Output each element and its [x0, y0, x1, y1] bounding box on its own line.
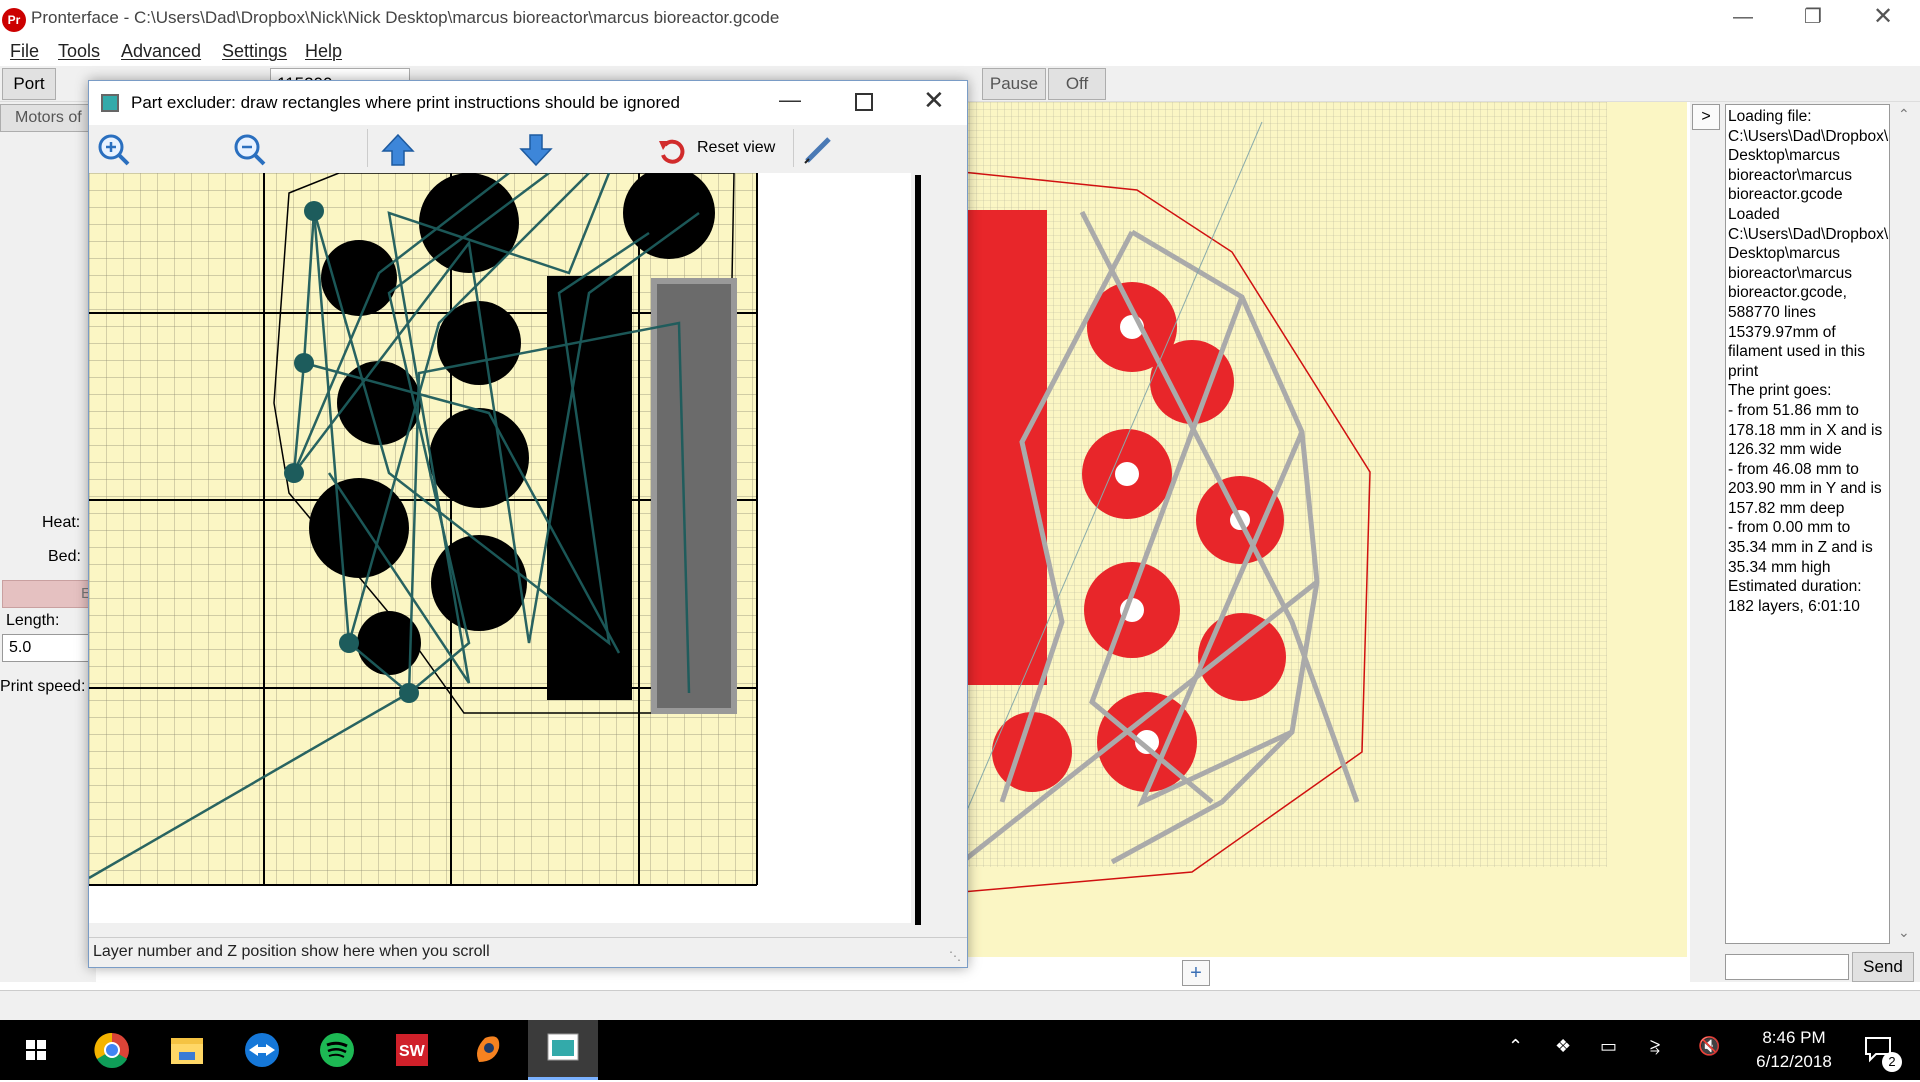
- menu-help[interactable]: Help: [305, 41, 342, 62]
- spotify-icon[interactable]: [307, 1026, 367, 1074]
- clock-date[interactable]: 6/12/2018: [1746, 1052, 1842, 1072]
- layer-up-icon[interactable]: [381, 133, 415, 167]
- pause-button[interactable]: Pause: [982, 68, 1046, 100]
- command-input[interactable]: [1725, 954, 1849, 980]
- length-input[interactable]: 5.0: [2, 634, 96, 662]
- windows-start-icon[interactable]: [6, 1026, 66, 1074]
- menu-tools[interactable]: Tools: [58, 41, 100, 62]
- collapse-console-button[interactable]: >: [1692, 104, 1720, 130]
- off-button[interactable]: Off: [1048, 68, 1106, 100]
- print-preview-viewer[interactable]: [962, 102, 1687, 957]
- dialog-status-bar: Layer number and Z position show here wh…: [89, 937, 967, 967]
- dialog-title: Part excluder: draw rectangles where pri…: [131, 93, 681, 112]
- chrome-icon[interactable]: [82, 1026, 142, 1074]
- reset-view-icon[interactable]: [657, 137, 685, 165]
- manual-control-panel: Motors of Heat: Bed: E Length: 5.0 Print…: [0, 102, 96, 982]
- clock-time[interactable]: 8:46 PM: [1746, 1028, 1842, 1048]
- show-hidden-icons-chevron-icon[interactable]: ⌃: [1508, 1036, 1523, 1057]
- bed-label: Bed:: [48, 548, 81, 565]
- resize-grip-icon[interactable]: ⋱: [949, 949, 965, 965]
- length-label: Length:: [6, 612, 60, 629]
- print-speed-label: Print speed:: [0, 678, 86, 695]
- dialog-maximize-button[interactable]: [855, 93, 873, 111]
- add-object-button[interactable]: +: [1182, 960, 1210, 986]
- pronterface-taskbar-button[interactable]: [528, 1020, 598, 1080]
- extrude-button[interactable]: E: [2, 580, 96, 608]
- teamviewer-icon[interactable]: [232, 1026, 292, 1074]
- restore-button[interactable]: ❐: [1778, 0, 1848, 38]
- window-title: Pronterface - C:\Users\Dad\Dropbox\Nick\…: [31, 8, 780, 27]
- svg-text:SW: SW: [399, 1043, 426, 1060]
- windows-taskbar: SW ⌃ ❖ ▭ ⥸ 🔇 8:46 PM 6/12/2018 2: [0, 1020, 1920, 1080]
- layer-drawing: [89, 173, 911, 923]
- close-button[interactable]: ✕: [1848, 0, 1918, 38]
- scroll-up-icon[interactable]: ⌃: [1898, 106, 1910, 123]
- pronterface-app-icon: Pr: [2, 8, 26, 32]
- menu-file[interactable]: File: [10, 41, 39, 62]
- send-button[interactable]: Send: [1852, 952, 1914, 982]
- scroll-down-icon[interactable]: ⌄: [1898, 924, 1910, 941]
- part-excluder-dialog: Part excluder: draw rectangles where pri…: [88, 80, 968, 968]
- motors-off-button[interactable]: Motors of: [0, 104, 96, 132]
- port-button[interactable]: Port: [2, 68, 56, 100]
- menu-settings[interactable]: Settings: [222, 41, 287, 62]
- pronterface-taskbar-icon: [547, 1033, 579, 1061]
- dialog-titlebar: Part excluder: draw rectangles where pri…: [89, 81, 967, 125]
- dialog-minimize-button[interactable]: —: [779, 87, 801, 113]
- minimize-button[interactable]: —: [1708, 0, 1778, 38]
- layer-slider[interactable]: [915, 175, 921, 925]
- print-preview-canvas: [962, 102, 1687, 957]
- notification-count-badge: 2: [1882, 1052, 1902, 1072]
- window-titlebar: Pr Pronterface - C:\Users\Dad\Dropbox\Ni…: [0, 0, 1920, 38]
- draw-rectangle-pen-icon[interactable]: [801, 133, 835, 167]
- dropbox-tray-icon[interactable]: ❖: [1555, 1036, 1571, 1057]
- console-log: Loading file: C:\Users\Dad\Dropbox\Nick\…: [1725, 104, 1890, 944]
- dialog-close-button[interactable]: ✕: [923, 85, 945, 116]
- dialog-toolbar: Reset view: [89, 125, 967, 171]
- dialog-app-icon: [101, 94, 119, 112]
- volume-muted-icon[interactable]: 🔇: [1698, 1036, 1720, 1057]
- menu-advanced[interactable]: Advanced: [121, 41, 201, 62]
- zoom-in-icon[interactable]: [97, 133, 131, 167]
- file-explorer-icon[interactable]: [157, 1026, 217, 1074]
- reset-view-button[interactable]: Reset view: [697, 139, 775, 157]
- blender-icon[interactable]: [457, 1026, 517, 1074]
- wifi-icon[interactable]: ⥸: [1650, 1036, 1660, 1057]
- battery-icon[interactable]: ▭: [1600, 1036, 1617, 1057]
- console-scrollbar[interactable]: ⌃ ⌄: [1894, 104, 1916, 944]
- console-panel: > Loading file: C:\Users\Dad\Dropbox\Nic…: [1690, 102, 1920, 982]
- layer-down-icon[interactable]: [519, 133, 553, 167]
- zoom-out-icon[interactable]: [233, 133, 267, 167]
- main-status-bar: [0, 990, 1920, 1020]
- part-excluder-canvas[interactable]: [89, 173, 911, 923]
- menu-bar: File Tools Advanced Settings Help: [0, 38, 1920, 66]
- heat-label: Heat:: [42, 514, 81, 531]
- solidworks-icon[interactable]: SW: [382, 1026, 442, 1074]
